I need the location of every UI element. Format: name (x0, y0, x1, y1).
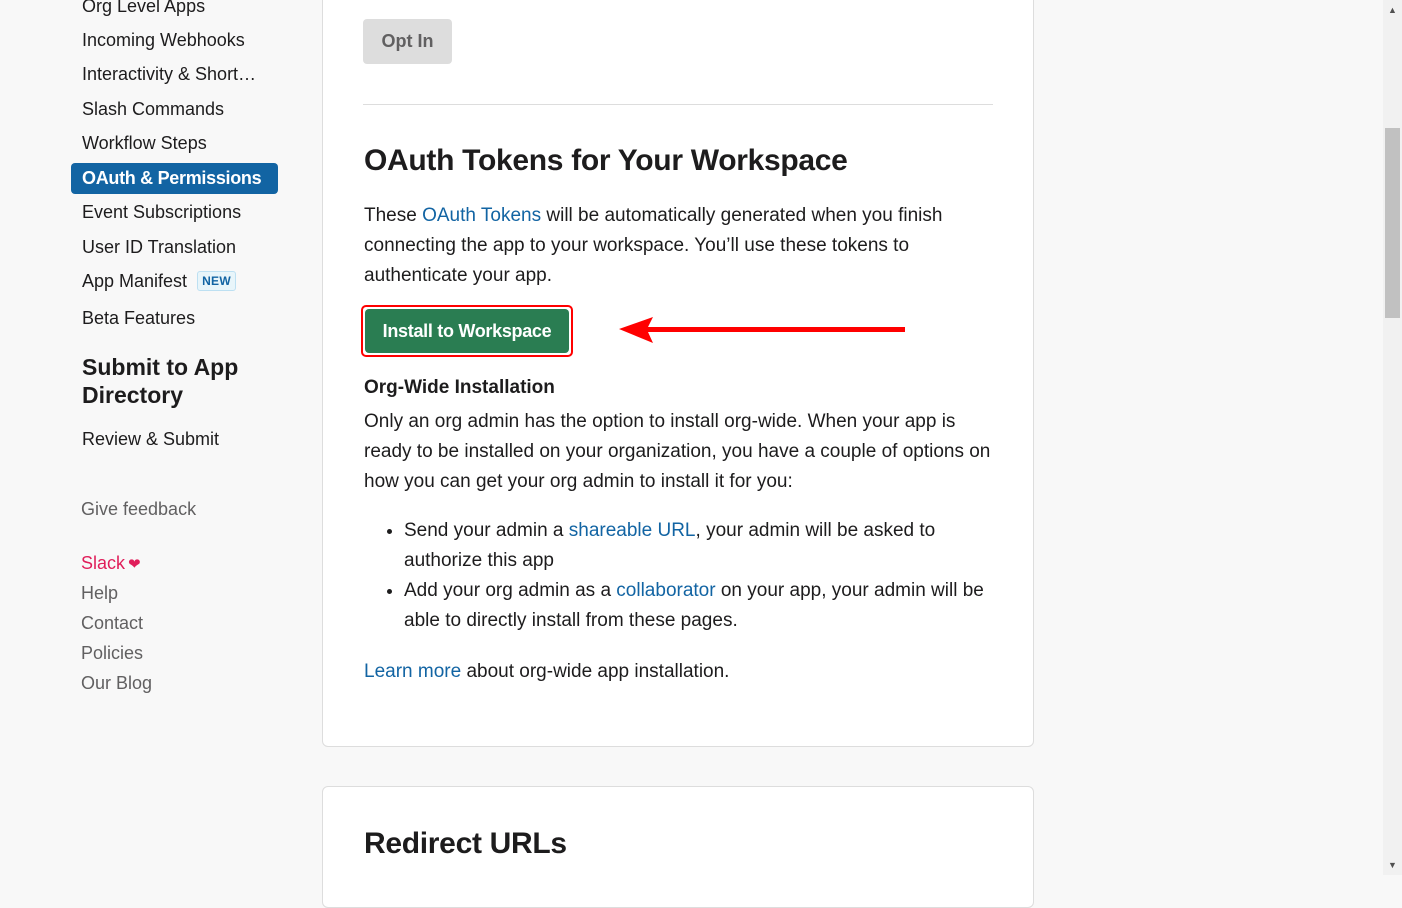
sidebar-item-interactivity[interactable]: Interactivity & Short… (71, 59, 267, 90)
sidebar-item-slash-commands[interactable]: Slash Commands (71, 94, 235, 125)
scroll-up-arrow-icon[interactable]: ▲ (1383, 0, 1402, 20)
sidebar-item-incoming-webhooks[interactable]: Incoming Webhooks (71, 25, 256, 56)
scrollbar-thumb[interactable] (1385, 128, 1400, 318)
oauth-tokens-link[interactable]: OAuth Tokens (422, 205, 541, 226)
collaborator-link[interactable]: collaborator (616, 580, 715, 601)
policies-footer-link[interactable]: Policies (81, 643, 143, 664)
org-wide-text: Only an org admin has the option to inst… (364, 411, 991, 492)
submit-section-title: Submit to App Directory (82, 354, 239, 408)
scroll-down-arrow-icon[interactable]: ▼ (1383, 855, 1402, 875)
learn-more-text: Learn more about org-wide app installati… (364, 661, 730, 682)
oauth-card: Opt In OAuth Tokens for Your Workspace T… (322, 0, 1034, 747)
sidebar-item-app-manifest[interactable]: App Manifest NEW (71, 266, 247, 297)
install-to-workspace-button[interactable]: Install to Workspace (365, 309, 569, 353)
list-item: Send your admin a shareable URL, your ad… (404, 516, 994, 576)
sidebar-item-user-id-translation[interactable]: User ID Translation (71, 232, 247, 263)
opt-in-button[interactable]: Opt In (363, 19, 452, 64)
give-feedback-link[interactable]: Give feedback (81, 499, 196, 520)
sidebar-item-label: App Manifest (82, 271, 188, 291)
scrollbar[interactable]: ▲ ▼ (1383, 0, 1402, 875)
learn-more-link[interactable]: Learn more (364, 661, 461, 682)
our-blog-footer-link[interactable]: Our Blog (81, 673, 152, 694)
sidebar-item-review-submit[interactable]: Review & Submit (71, 424, 230, 455)
sidebar-item-oauth-permissions[interactable]: OAuth & Permissions (71, 163, 278, 194)
list-item: Add your org admin as a collaborator on … (404, 576, 994, 636)
divider (363, 104, 993, 105)
annotation-arrow-icon (619, 317, 905, 343)
help-footer-link[interactable]: Help (81, 583, 118, 604)
oauth-intro-text: These OAuth Tokens will be automatically… (364, 205, 943, 286)
sidebar: Org Level Apps Incoming Webhooks Interac… (0, 0, 300, 875)
contact-footer-link[interactable]: Contact (81, 613, 143, 634)
org-wide-installation-title: Org-Wide Installation (364, 377, 555, 398)
slack-link-label: Slack (81, 553, 126, 573)
new-badge: NEW (197, 271, 236, 291)
sidebar-item-event-subscriptions[interactable]: Event Subscriptions (71, 197, 252, 228)
redirect-urls-card: Redirect URLs (322, 786, 1034, 908)
sidebar-item-beta-features[interactable]: Beta Features (71, 303, 206, 334)
slack-footer-link[interactable]: Slack ❤ (81, 553, 141, 574)
heart-icon: ❤ (128, 556, 141, 573)
sidebar-item-workflow-steps[interactable]: Workflow Steps (71, 128, 218, 159)
oauth-tokens-heading: OAuth Tokens for Your Workspace (364, 144, 848, 177)
install-options-list: Send your admin a shareable URL, your ad… (364, 516, 994, 636)
sidebar-item-org-level-apps[interactable]: Org Level Apps (71, 0, 216, 22)
shareable-url-link[interactable]: shareable URL (569, 520, 696, 541)
redirect-urls-heading: Redirect URLs (364, 827, 567, 860)
